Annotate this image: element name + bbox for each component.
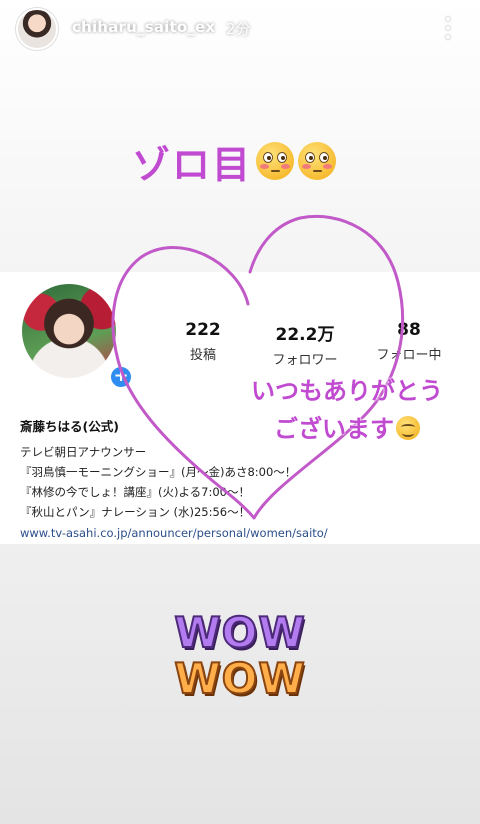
thanks-line-2: ございます bbox=[232, 410, 462, 448]
followers-count: 22.2万 bbox=[275, 325, 335, 345]
stat-followers: 22.2万 フォロワー bbox=[260, 320, 350, 368]
profile-photo bbox=[22, 284, 116, 378]
posts-label: 投稿 bbox=[189, 348, 216, 363]
thanks-message: いつもありがとう ございます bbox=[232, 372, 462, 448]
flushed-face-icon bbox=[298, 142, 337, 180]
story-avatar[interactable] bbox=[16, 8, 58, 50]
wow-text-1: WOW bbox=[173, 608, 306, 657]
more-vertical-icon[interactable] bbox=[438, 14, 458, 42]
thanks-line-1: いつもありがとう bbox=[251, 377, 443, 405]
plus-icon[interactable]: + bbox=[108, 364, 134, 390]
headline-sticker: ゾロ目 bbox=[132, 136, 337, 187]
stat-posts: 222 投稿 bbox=[158, 320, 248, 363]
bio-website-link[interactable]: www.tv-asahi.co.jp/announcer/personal/wo… bbox=[20, 523, 460, 543]
bio-line: 『林修の今でしょ！講座』(火)よる7:00〜！ bbox=[20, 485, 250, 499]
story-header: chiharu_saito_ex 2分 bbox=[0, 0, 480, 60]
headline-text: ゾロ目 bbox=[132, 142, 253, 187]
following-count: 88 bbox=[397, 320, 421, 340]
flushed-face-icon bbox=[256, 142, 295, 180]
story-timestamp: 2分 bbox=[226, 20, 251, 38]
smiling-face-icon bbox=[396, 416, 420, 440]
stat-following: 88 フォロー中 bbox=[364, 320, 454, 363]
thanks-line-2-text: ございます bbox=[274, 415, 394, 443]
followers-label: フォロワー bbox=[272, 353, 338, 368]
following-label: フォロー中 bbox=[376, 348, 442, 363]
bio-line: 『秋山とパン』ナレーション (水)25:56〜！ bbox=[20, 505, 251, 519]
posts-count: 222 bbox=[185, 320, 221, 340]
wow-text-2: WOW bbox=[173, 654, 306, 703]
bio-line: 『羽鳥慎一モーニングショー』(月〜金)あさ8:00〜！ bbox=[20, 465, 297, 479]
story-username[interactable]: chiharu_saito_ex bbox=[72, 18, 215, 36]
wow-sticker: WOW WOW bbox=[170, 608, 310, 703]
